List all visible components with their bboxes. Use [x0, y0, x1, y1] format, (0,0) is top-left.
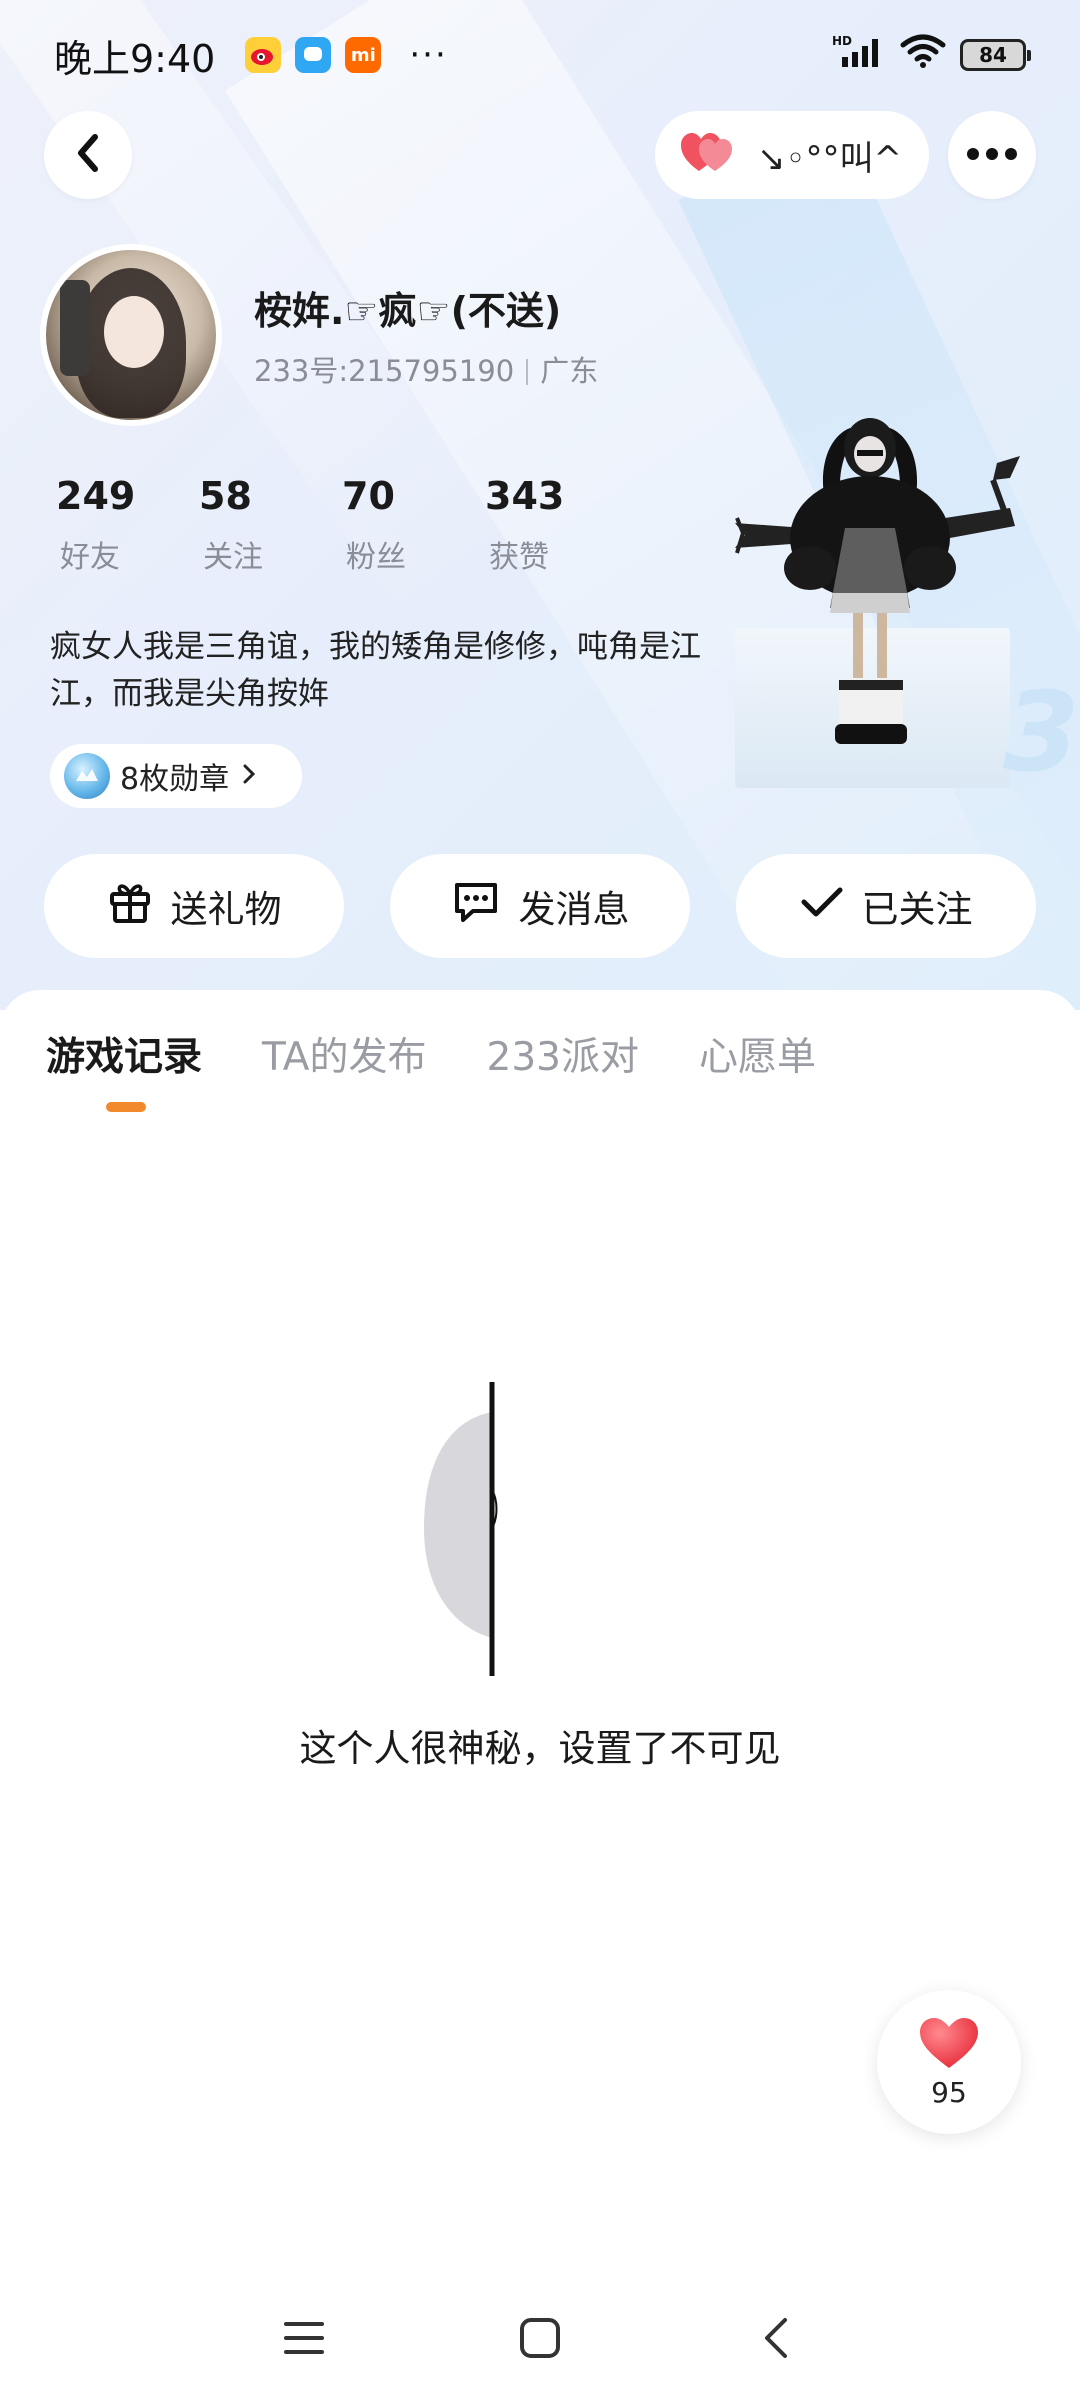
profile-tabs: 游戏记录 TA的发布 233派对 心愿单 [46, 1026, 876, 1082]
following-label: 已关注 [861, 888, 973, 931]
message-icon [451, 879, 501, 934]
stat-label: 粉丝 [346, 540, 406, 575]
system-nav-bar [0, 2290, 1080, 2380]
check-icon [800, 885, 844, 928]
stat-number: 343 [485, 474, 565, 518]
stat-following[interactable]: 58 关注 [191, 474, 334, 576]
stat-likes[interactable]: 343 获赞 [477, 474, 620, 576]
chat-app-icon [295, 37, 332, 73]
back-button[interactable] [44, 111, 132, 199]
home-icon [518, 2316, 562, 2364]
stat-number: 70 [342, 474, 395, 518]
back-icon [761, 2316, 791, 2364]
bio-text: 疯女人我是三角谊，我的矮角是修修，吨角是江江，而我是尖角按姩 [50, 629, 701, 712]
stat-label: 关注 [203, 540, 263, 575]
like-count: 95 [931, 2075, 967, 2109]
avatar-figure[interactable]: 3 [735, 408, 1080, 796]
stat-followers[interactable]: 70 粉丝 [334, 474, 477, 576]
empty-state-message: 这个人很神秘，设置了不可见 [299, 1727, 781, 1770]
chevron-right-icon [241, 759, 257, 794]
mi-icon: mi [345, 37, 382, 73]
back-arrow-icon [71, 133, 105, 177]
badges-button[interactable]: 8枚勋章 [50, 744, 302, 808]
send-message-label: 发消息 [518, 888, 630, 931]
user-id: 233号:215795190 [254, 354, 515, 388]
send-message-button[interactable]: 发消息 [390, 854, 690, 958]
send-gift-button[interactable]: 送礼物 [44, 854, 344, 958]
badge-icon [64, 753, 110, 799]
more-button[interactable] [948, 111, 1036, 199]
more-dots-icon [966, 146, 1018, 165]
signal-icon: HD [832, 33, 886, 78]
stat-friends[interactable]: 249 好友 [48, 474, 191, 576]
status-more-dots: ··· [409, 35, 448, 75]
weibo-icon [245, 37, 282, 73]
svg-text:HD: HD [832, 34, 852, 48]
stat-number: 249 [56, 474, 136, 518]
home-nav-button[interactable] [510, 2310, 570, 2370]
send-gift-label: 送礼物 [170, 888, 282, 931]
heart-icon [679, 131, 735, 179]
status-time: 晚上9:40 [54, 36, 216, 81]
username: 桉姩.☞疯☞(不送) [254, 289, 562, 333]
like-button[interactable]: 95 [877, 1990, 1021, 2134]
tab-indicator [106, 1102, 146, 1112]
user-meta: 233号:215795190 广东 [254, 348, 598, 390]
tab-posts[interactable]: TA的发布 [262, 1026, 426, 1082]
heart-icon [918, 2016, 980, 2074]
wifi-icon [900, 33, 946, 78]
stats-row: 249 好友 58 关注 70 粉丝 343 获赞 [48, 474, 620, 576]
badges-label: 8枚勋章 [120, 762, 230, 797]
stat-number: 58 [199, 474, 252, 518]
content-card [0, 990, 1080, 2400]
tab-wishlist[interactable]: 心愿单 [699, 1026, 816, 1082]
status-right: HD 84 [832, 33, 1031, 78]
following-button[interactable]: 已关注 [736, 854, 1036, 958]
battery-indicator: 84 [960, 39, 1031, 71]
companion-pill-text: ↘◦°°叫^... [757, 138, 905, 179]
stat-label: 获赞 [489, 540, 549, 575]
tab-game-records[interactable]: 游戏记录 [46, 1026, 202, 1082]
gift-icon [107, 879, 153, 934]
character-figure [735, 418, 1020, 744]
companion-pill[interactable]: ↘◦°°叫^... [655, 111, 929, 199]
stat-label: 好友 [60, 540, 120, 575]
status-bar: 晚上9:40 mi ··· HD 84 [0, 0, 1080, 110]
menu-nav-button[interactable] [274, 2310, 334, 2370]
menu-icon [282, 2318, 326, 2362]
tab-party[interactable]: 233派对 [487, 1026, 639, 1082]
back-nav-button[interactable] [746, 2310, 806, 2370]
user-region: 广东 [540, 354, 599, 388]
hidden-content-illustration [420, 1380, 520, 1680]
avatar[interactable] [40, 244, 222, 426]
